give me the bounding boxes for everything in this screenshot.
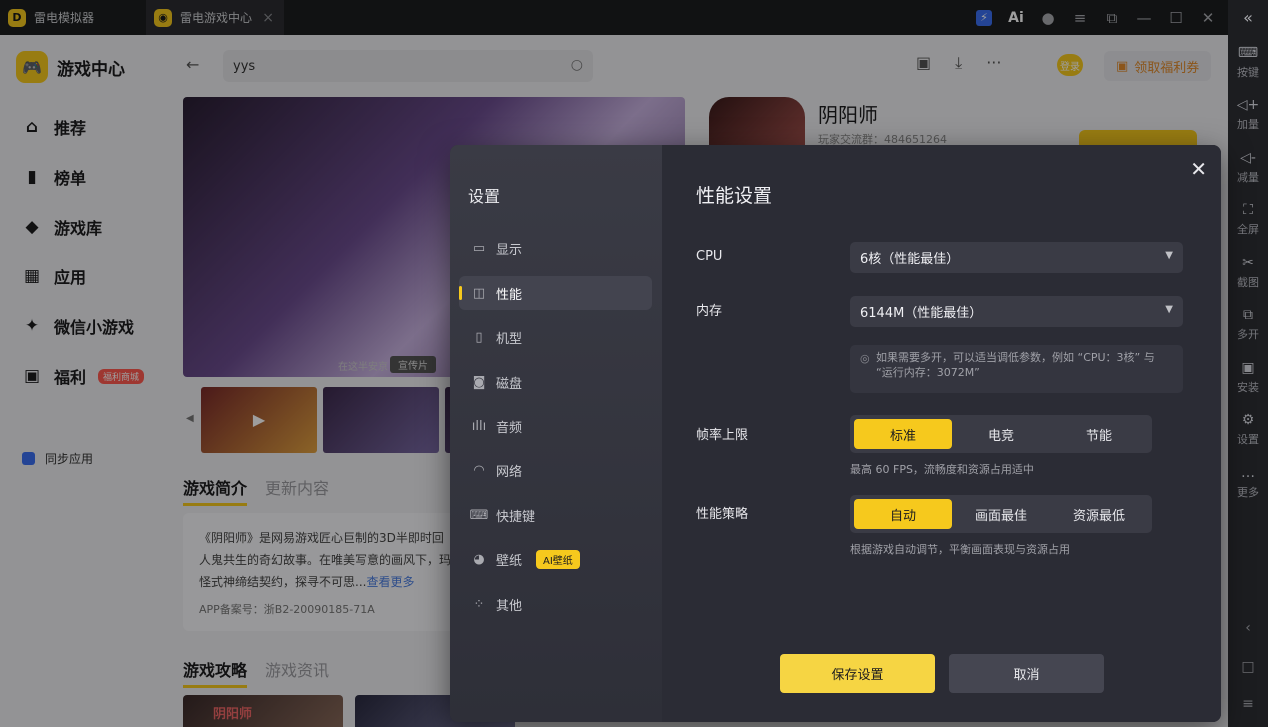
info-icon: ◎ xyxy=(860,352,870,365)
settings-title: 设置 xyxy=(468,187,501,206)
cpu-label: CPU xyxy=(696,249,723,264)
monitor-icon: ▭ xyxy=(472,240,486,256)
home-nav-icon[interactable]: □ xyxy=(1228,659,1268,675)
back-nav-icon[interactable]: ‹ xyxy=(1228,620,1268,636)
disk-icon: ◙ xyxy=(472,374,486,390)
fps-limit-label: 帧率上限 xyxy=(696,428,749,443)
memory-hint: ◎ 如果需要多开，可以适当调低参数，例如 “CPU：3核” 与 “运行内存：30… xyxy=(850,345,1183,393)
wifi-icon: ◠ xyxy=(473,462,485,478)
ai-wallpaper-badge: AI壁纸 xyxy=(536,549,580,569)
fps-limit-selector: 标准 电竞 节能 xyxy=(850,415,1152,453)
fps-option-standard[interactable]: 标准 xyxy=(854,419,952,449)
fps-option-esports[interactable]: 电竞 xyxy=(952,419,1050,449)
audio-icon: ıllı xyxy=(471,418,487,434)
gear-icon: ⚙ xyxy=(1241,412,1255,428)
phone-icon: ▯ xyxy=(475,329,483,345)
settings-sidebar: 设置 ▭ 显示 ◫ 性能 ▯ 机型 ◙ 磁盘 ıllı 音频 ◠ 网络 ⌨ 快捷键 ◕ 壁纸 AI… xyxy=(450,145,662,722)
memory-label: 内存 xyxy=(696,304,723,319)
fullscreen-icon: ⛶ xyxy=(1243,202,1253,218)
volume-down-icon: ◁- xyxy=(1240,150,1256,166)
toolbar-keyboard[interactable]: ⌨ 按键 xyxy=(1228,44,1268,80)
settings-tab-other[interactable]: ⁘ 其他 xyxy=(459,587,652,621)
settings-dialog: 设置 ▭ 显示 ◫ 性能 ▯ 机型 ◙ 磁盘 ıllı 音频 ◠ 网络 ⌨ 快捷键 ◕ 壁纸 AI… xyxy=(450,145,1221,722)
toolbar-settings[interactable]: ⚙ 设置 xyxy=(1228,411,1268,447)
strategy-option-lowest-resource[interactable]: 资源最低 xyxy=(1050,499,1148,529)
settings-tab-audio[interactable]: ıllı 音频 xyxy=(459,409,652,443)
collapse-toolbar-icon[interactable]: « xyxy=(1228,0,1268,35)
panel-title: 性能设置 xyxy=(696,185,773,207)
fps-option-power-saving[interactable]: 节能 xyxy=(1050,419,1148,449)
toolbar-screenshot[interactable]: ✂ 截图 xyxy=(1228,254,1268,290)
keyboard-icon: ⌨ xyxy=(469,507,489,523)
settings-tab-network[interactable]: ◠ 网络 xyxy=(459,453,652,487)
toolbar-fullscreen[interactable]: ⛶ 全屏 xyxy=(1228,201,1268,237)
toolbar-volume-up[interactable]: ◁+ 加量 xyxy=(1228,96,1268,132)
cancel-button[interactable]: 取消 xyxy=(949,654,1104,693)
memory-select[interactable]: 6144M（性能最佳） ▼ xyxy=(850,296,1183,327)
strategy-selector: 自动 画面最佳 资源最低 xyxy=(850,495,1152,533)
multi-instance-icon: ⧉ xyxy=(1243,307,1253,323)
install-icon: ▣ xyxy=(1241,360,1255,376)
fps-hint: 最高 60 FPS，流畅度和资源占用适中 xyxy=(850,463,1034,476)
performance-panel: ✕ 性能设置 CPU 6核（性能最佳） ▼ 内存 6144M（性能最佳） ▼ ◎… xyxy=(662,145,1221,722)
settings-tab-hotkeys[interactable]: ⌨ 快捷键 xyxy=(459,498,652,532)
settings-tab-performance[interactable]: ◫ 性能 xyxy=(459,276,652,310)
chevron-down-icon: ▼ xyxy=(1165,304,1173,315)
toolbar-multi-instance[interactable]: ⧉ 多开 xyxy=(1228,306,1268,342)
palette-icon: ◕ xyxy=(473,551,485,567)
right-toolbar: « ⌨ 按键 ◁+ 加量 ◁- 减量 ⛶ 全屏 ✂ 截图 ⧉ 多开 ▣ 安装 ⚙ 设置 … 更多 … xyxy=(1228,0,1268,727)
strategy-option-auto[interactable]: 自动 xyxy=(854,499,952,529)
save-settings-button[interactable]: 保存设置 xyxy=(780,654,935,693)
toolbar-install[interactable]: ▣ 安装 xyxy=(1228,359,1268,395)
strategy-hint: 根据游戏自动调节，平衡画面表现与资源占用 xyxy=(850,543,1070,556)
grid-icon: ⁘ xyxy=(473,596,485,612)
strategy-option-best-visual[interactable]: 画面最佳 xyxy=(952,499,1050,529)
close-dialog-icon[interactable]: ✕ xyxy=(1190,157,1207,181)
cpu-select[interactable]: 6核（性能最佳） ▼ xyxy=(850,242,1183,273)
toolbar-more[interactable]: … 更多 xyxy=(1228,464,1268,500)
performance-icon: ◫ xyxy=(472,285,486,301)
volume-up-icon: ◁+ xyxy=(1236,97,1260,113)
settings-tab-wallpaper[interactable]: ◕ 壁纸 AI壁纸 xyxy=(459,542,652,576)
more-icon: … xyxy=(1241,465,1255,481)
settings-tab-disk[interactable]: ◙ 磁盘 xyxy=(459,365,652,399)
scissors-icon: ✂ xyxy=(1242,255,1254,271)
settings-tab-device-model[interactable]: ▯ 机型 xyxy=(459,320,652,354)
keyboard-icon: ⌨ xyxy=(1237,45,1259,61)
settings-tab-display[interactable]: ▭ 显示 xyxy=(459,231,652,265)
recent-nav-icon[interactable]: ≡ xyxy=(1228,696,1268,712)
chevron-down-icon: ▼ xyxy=(1165,250,1173,261)
toolbar-volume-down[interactable]: ◁- 减量 xyxy=(1228,149,1268,185)
strategy-label: 性能策略 xyxy=(696,507,749,522)
